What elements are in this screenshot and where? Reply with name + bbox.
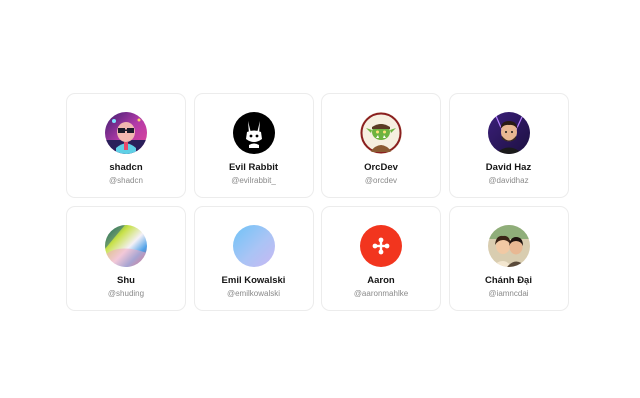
user-handle: @aaronmahlke (353, 289, 409, 298)
user-name: Emil Kowalski (221, 275, 286, 286)
orc-avatar-icon (360, 112, 402, 154)
user-card-chanh-dai[interactable]: Chánh Đại @iamncdai (448, 206, 569, 311)
user-grid: shadcn @shadcn Evil Rabbit @evilrabbit_ (66, 93, 569, 311)
user-card-orcdev[interactable]: OrcDev @orcdev (321, 93, 441, 198)
user-card-shu[interactable]: Shu @shuding (66, 206, 186, 311)
user-handle: @evilrabbit_ (231, 176, 276, 185)
user-name: Aaron (367, 275, 395, 286)
red-logo-avatar-icon (360, 225, 402, 267)
user-handle: @orcdev (364, 176, 398, 185)
user-handle: @shuding (107, 289, 145, 298)
user-card-emil-kowalski[interactable]: Emil Kowalski @emilkowalski (193, 206, 314, 311)
blue-gradient-avatar-icon (232, 225, 275, 267)
user-handle: @emilkowalski (226, 289, 281, 298)
david-avatar-icon (487, 112, 530, 154)
user-name: Chánh Đại (485, 275, 532, 286)
user-card-aaron[interactable]: Aaron @aaronmahlke (321, 206, 441, 311)
shadcn-avatar-icon (105, 112, 147, 154)
user-card-evil-rabbit[interactable]: Evil Rabbit @evilrabbit_ (193, 93, 314, 198)
gradient-avatar-icon (105, 225, 147, 267)
user-handle: @shadcn (109, 176, 143, 185)
user-card-shadcn[interactable]: shadcn @shadcn (66, 93, 186, 198)
user-name: Shu (117, 275, 135, 286)
couple-avatar-icon (487, 225, 530, 267)
user-name: David Haz (485, 162, 532, 173)
user-name: OrcDev (364, 162, 398, 173)
user-name: shadcn (109, 162, 143, 173)
rabbit-avatar-icon (232, 112, 275, 154)
user-name: Evil Rabbit (228, 162, 279, 173)
user-handle: @davidhaz (488, 176, 529, 185)
user-handle: @iamncdai (488, 289, 529, 298)
user-card-david-haz[interactable]: David Haz @davidhaz (448, 93, 569, 198)
